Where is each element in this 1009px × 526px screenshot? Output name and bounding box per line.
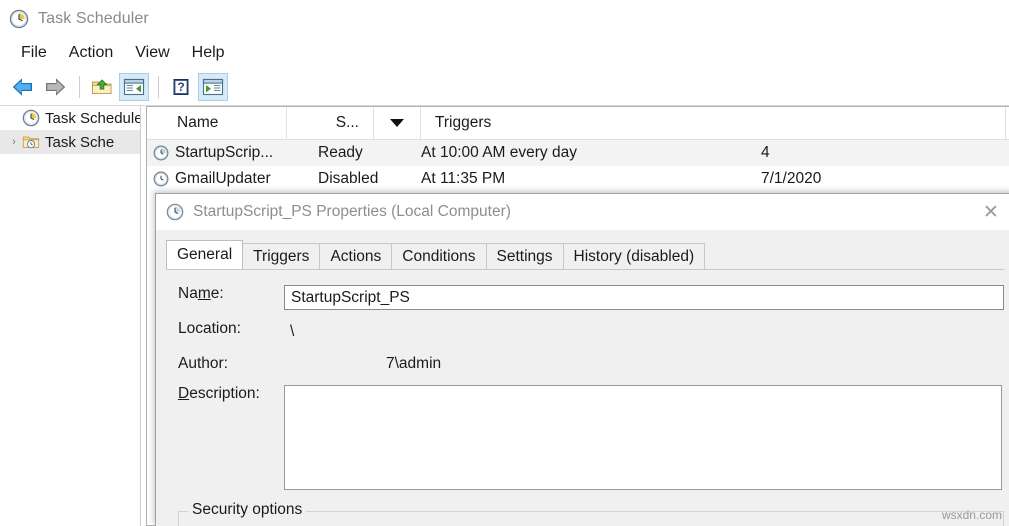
back-button[interactable] <box>8 73 38 101</box>
table-row[interactable]: StartupScrip... Ready At 10:00 AM every … <box>147 140 1009 166</box>
dialog-body: General Triggers Actions Conditions Sett… <box>156 230 1009 526</box>
window-title: Task Scheduler <box>38 10 149 27</box>
toolbar-separator-2 <box>158 75 159 98</box>
tree-item-task-scheduler-root[interactable]: Task Schedule <box>0 106 140 130</box>
author-value: 7\admin <box>386 355 442 372</box>
clock-icon <box>9 9 29 29</box>
forward-button[interactable] <box>40 73 70 101</box>
menu-action[interactable]: Action <box>58 42 124 64</box>
pane-left-icon <box>123 78 145 95</box>
show-hide-console-tree-button[interactable] <box>87 73 117 101</box>
task-scheduler-window: Task Scheduler File Action View Help ? T… <box>0 0 1009 526</box>
tab-underline <box>166 269 1004 270</box>
dialog-title-bar: StartupScript_PS Properties (Local Compu… <box>156 194 1009 230</box>
dialog-title: StartupScript_PS Properties (Local Compu… <box>193 203 511 220</box>
location-value: \ <box>284 320 1004 344</box>
clock-icon <box>147 145 175 161</box>
table-row[interactable]: GmailUpdater Disabled At 11:35 PM 7/1/20… <box>147 166 1009 192</box>
description-field-row: Description: <box>178 385 1006 490</box>
tab-actions[interactable]: Actions <box>319 243 393 269</box>
chevron-right-icon[interactable]: › <box>6 134 22 150</box>
tab-history[interactable]: History (disabled) <box>562 243 706 269</box>
clock-icon <box>22 109 40 127</box>
task-name-cell: GmailUpdater <box>175 170 271 187</box>
task-status-cell: Ready <box>318 144 363 161</box>
security-options-label: Security options <box>188 501 307 519</box>
name-input[interactable]: StartupScript_PS <box>284 285 1004 310</box>
tab-general[interactable]: General <box>166 240 244 269</box>
menu-file[interactable]: File <box>10 42 58 64</box>
window-title-bar: Task Scheduler <box>0 0 1009 38</box>
task-status-cell: Disabled <box>318 170 379 187</box>
task-name-cell: StartupScrip... <box>175 144 274 161</box>
column-header-name[interactable]: Name <box>147 107 287 139</box>
tab-settings[interactable]: Settings <box>485 243 564 269</box>
dialog-tab-strip: General Triggers Actions Conditions Sett… <box>166 240 706 269</box>
menu-help[interactable]: Help <box>181 42 236 64</box>
folder-clock-icon <box>22 136 40 149</box>
close-icon[interactable]: ✕ <box>968 194 1009 230</box>
description-textarea[interactable] <box>284 385 1002 490</box>
location-label: Location: <box>178 320 241 337</box>
security-options-group: Security options <box>178 501 1004 526</box>
column-header-sort-indicator[interactable] <box>374 107 421 139</box>
task-triggers-cell: At 10:00 AM every day <box>421 144 577 161</box>
menu-view[interactable]: View <box>124 42 180 64</box>
task-triggers-cell: At 11:35 PM <box>421 170 506 187</box>
menu-bar: File Action View Help <box>0 38 1009 68</box>
clock-icon <box>147 171 175 187</box>
sort-descending-icon <box>390 119 404 127</box>
task-next-run-cell: 4 <box>761 144 770 161</box>
column-header-triggers[interactable]: Triggers <box>421 107 1006 139</box>
show-hide-action-pane-button[interactable] <box>119 72 149 101</box>
author-field-row: Author: 7\admin <box>178 355 1006 373</box>
description-label: Description: <box>178 385 260 402</box>
tree-item-label: Task Schedule <box>45 109 140 127</box>
toolbar-separator <box>79 75 80 98</box>
arrow-right-icon <box>46 77 66 96</box>
tree-item-label: Task Sche <box>45 133 115 151</box>
task-next-run-cell: 7/1/2020 <box>761 170 822 187</box>
author-label: Author: <box>178 355 228 372</box>
help-button[interactable]: ? <box>166 73 196 101</box>
name-field-row: Name: StartupScript_PS <box>178 285 1006 310</box>
tab-triggers[interactable]: Triggers <box>242 243 321 269</box>
name-label: Name: <box>178 285 224 302</box>
watermark: wsxdn.com <box>941 508 1002 522</box>
task-properties-dialog: StartupScript_PS Properties (Local Compu… <box>155 193 1009 526</box>
task-list-header: Name S... Triggers <box>147 107 1009 140</box>
toolbar: ? <box>0 68 1009 106</box>
question-icon: ? <box>173 78 189 95</box>
clock-icon <box>166 203 184 221</box>
pane-right-icon <box>202 78 224 95</box>
folder-up-icon <box>92 78 112 94</box>
show-hide-preview-pane-button[interactable] <box>198 72 228 101</box>
tree-item-task-scheduler-library[interactable]: › Task Sche <box>0 130 140 154</box>
tree-expander-placeholder <box>6 110 22 126</box>
column-header-status[interactable]: S... <box>287 107 374 139</box>
tab-conditions[interactable]: Conditions <box>391 243 487 269</box>
svg-text:?: ? <box>177 80 184 94</box>
location-field-row: Location: \ <box>178 320 1006 344</box>
console-tree-pane: Task Schedule › Task Sche <box>0 106 141 526</box>
arrow-left-icon <box>12 77 32 96</box>
